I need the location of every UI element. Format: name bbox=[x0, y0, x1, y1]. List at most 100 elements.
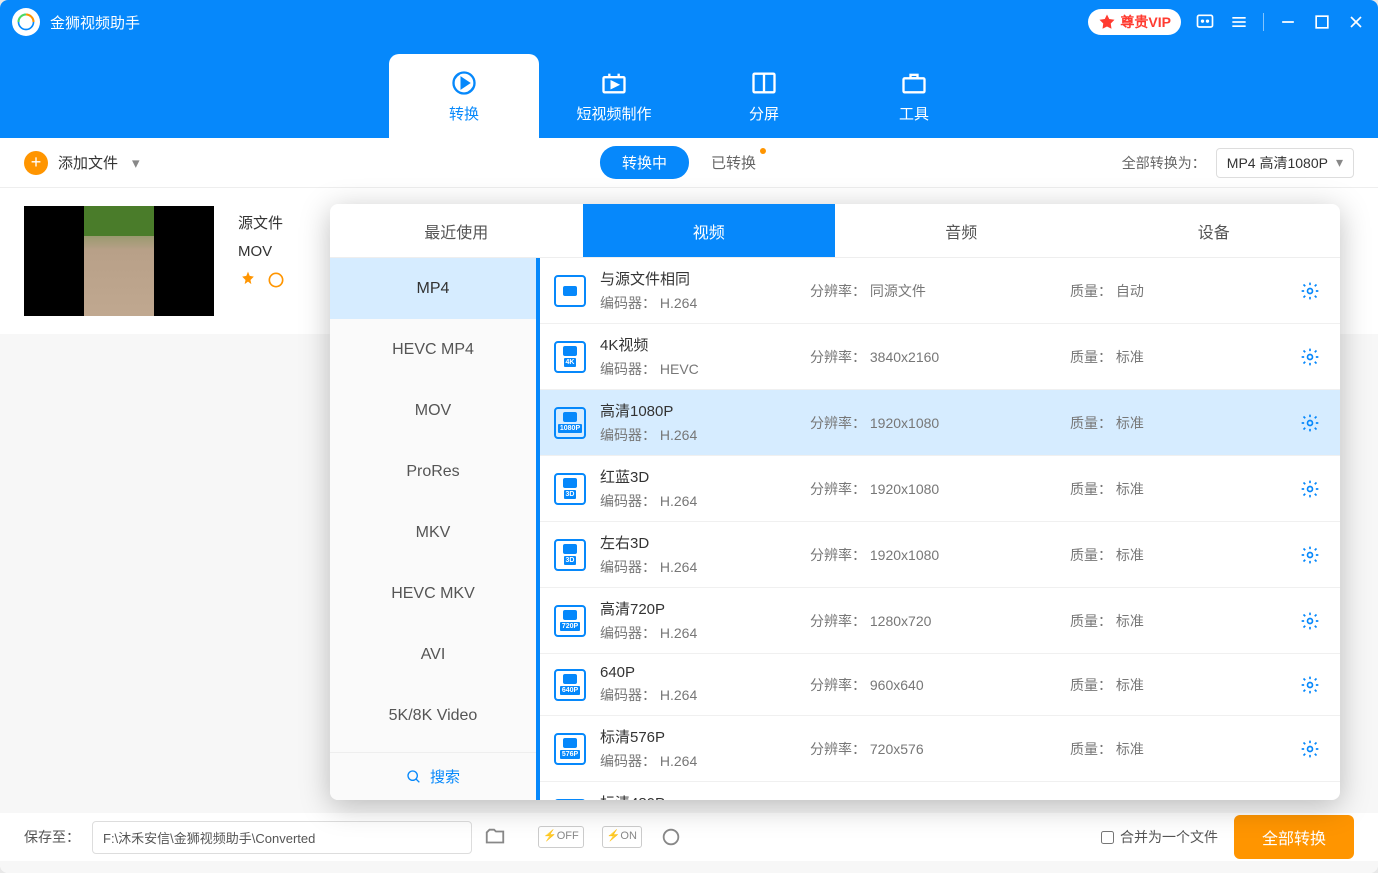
convert-all-button[interactable]: 全部转换 bbox=[1234, 815, 1354, 859]
nav-label-tools: 工具 bbox=[899, 103, 929, 124]
output-format-select[interactable]: MP4 高清1080P ▾ bbox=[1216, 148, 1354, 178]
vip-label: 尊贵VIP bbox=[1120, 12, 1171, 32]
nav-tab-split[interactable]: 分屏 bbox=[689, 54, 839, 138]
save-to-label: 保存至： bbox=[24, 827, 80, 847]
preset-quality: 质量： 自动 bbox=[1070, 281, 1300, 301]
format-item[interactable]: ProRes bbox=[330, 441, 536, 502]
format-popup: 最近使用 视频 音频 设备 MP4HEVC MP4MOVProResMKVHEV… bbox=[330, 204, 1340, 800]
format-item[interactable]: HEVC MP4 bbox=[330, 319, 536, 380]
gear-icon[interactable] bbox=[1300, 413, 1320, 433]
merge-label: 合并为一个文件 bbox=[1120, 827, 1218, 847]
popup-tabs: 最近使用 视频 音频 设备 bbox=[330, 204, 1340, 258]
preset-row[interactable]: 640P 640P 编码器： H.264 分辨率： 960x640 质量： 标准 bbox=[540, 654, 1340, 716]
gear-icon[interactable] bbox=[1300, 347, 1320, 367]
preset-quality: 质量： 标准 bbox=[1070, 675, 1300, 695]
separator bbox=[1263, 13, 1264, 31]
format-item[interactable]: HEVC MKV bbox=[330, 563, 536, 624]
preset-row[interactable]: 3D 左右3D 编码器： H.264 分辨率： 1920x1080 质量： 标准 bbox=[540, 522, 1340, 588]
preset-row[interactable]: 3D 红蓝3D 编码器： H.264 分辨率： 1920x1080 质量： 标准 bbox=[540, 456, 1340, 522]
preset-resolution: 分辨率： 1920x1080 bbox=[810, 545, 1070, 565]
app-window: 金狮视频助手 尊贵VIP 转换 短视频制作 分屏 bbox=[0, 0, 1378, 873]
feedback-icon[interactable] bbox=[1195, 12, 1215, 32]
popup-tab-audio[interactable]: 音频 bbox=[835, 204, 1088, 257]
gear-icon[interactable] bbox=[1300, 479, 1320, 499]
popup-tab-video[interactable]: 视频 bbox=[583, 204, 836, 257]
tab-converting[interactable]: 转换中 bbox=[600, 146, 689, 179]
titlebar-right: 尊贵VIP bbox=[1088, 9, 1366, 35]
tab-converted[interactable]: 已转换 bbox=[689, 146, 778, 179]
gear-icon[interactable] bbox=[1300, 675, 1320, 695]
preset-title: 4K视频 bbox=[600, 334, 810, 355]
gear-icon[interactable] bbox=[1300, 281, 1320, 301]
close-icon[interactable] bbox=[1346, 12, 1366, 32]
nav-tab-convert[interactable]: 转换 bbox=[389, 54, 539, 138]
vip-badge[interactable]: 尊贵VIP bbox=[1088, 9, 1181, 35]
preset-resolution: 分辨率： 1280x720 bbox=[810, 611, 1070, 631]
format-item[interactable]: 5K/8K Video bbox=[330, 685, 536, 746]
preset-row[interactable]: 480P 标清480P 编码器： H.264 分辨率： 640x480 质量： … bbox=[540, 782, 1340, 800]
hw-on-icon[interactable]: ⚡ON bbox=[602, 826, 642, 848]
status-tabs: 转换中 已转换 bbox=[600, 146, 778, 179]
file-format: MOV bbox=[238, 243, 286, 260]
preset-format-icon: 480P bbox=[554, 799, 586, 801]
menu-icon[interactable] bbox=[1229, 12, 1249, 32]
minimize-icon[interactable] bbox=[1278, 12, 1298, 32]
preset-row[interactable]: 4K 4K视频 编码器： HEVC 分辨率： 3840x2160 质量： 标准 bbox=[540, 324, 1340, 390]
preset-format-icon: 720P bbox=[554, 605, 586, 637]
nav-tab-tools[interactable]: 工具 bbox=[839, 54, 989, 138]
preset-title: 红蓝3D bbox=[600, 466, 810, 487]
preset-resolution: 分辨率： 720x576 bbox=[810, 739, 1070, 759]
format-item[interactable]: MKV bbox=[330, 502, 536, 563]
add-file-button[interactable]: + 添加文件 ▾ bbox=[24, 151, 140, 175]
preset-format-icon: 576P bbox=[554, 733, 586, 765]
gear-icon[interactable] bbox=[1300, 545, 1320, 565]
gear-icon[interactable] bbox=[1300, 739, 1320, 759]
preset-title: 与源文件相同 bbox=[600, 268, 810, 289]
preset-row[interactable]: 与源文件相同 编码器： H.264 分辨率： 同源文件 质量： 自动 bbox=[540, 258, 1340, 324]
merge-checkbox-input[interactable] bbox=[1101, 831, 1114, 844]
format-item[interactable]: MOV bbox=[330, 380, 536, 441]
gear-icon[interactable] bbox=[1300, 611, 1320, 631]
preset-quality: 质量： 标准 bbox=[1070, 479, 1300, 499]
save-path-input[interactable]: F:\沐禾安信\金狮视频助手\Converted bbox=[92, 821, 472, 854]
preset-encoder: 编码器： H.264 bbox=[600, 623, 810, 643]
popup-tab-device[interactable]: 设备 bbox=[1088, 204, 1341, 257]
search-button[interactable]: 搜索 bbox=[330, 752, 536, 800]
format-item[interactable]: AVI bbox=[330, 624, 536, 685]
file-info: 源文件 MOV bbox=[238, 206, 286, 316]
bottom-toggles: ⚡OFF ⚡ON bbox=[538, 826, 682, 848]
preset-title: 标清576P bbox=[600, 726, 810, 747]
titlebar: 金狮视频助手 尊贵VIP bbox=[0, 0, 1378, 44]
preset-list[interactable]: 与源文件相同 编码器： H.264 分辨率： 同源文件 质量： 自动 4K 4K… bbox=[540, 258, 1340, 800]
nav-tab-short-video[interactable]: 短视频制作 bbox=[539, 54, 689, 138]
preset-resolution: 分辨率： 1920x1080 bbox=[810, 413, 1070, 433]
speed-icon[interactable] bbox=[660, 826, 682, 848]
preset-title: 高清1080P bbox=[600, 400, 810, 421]
toolbar-right: 全部转换为： MP4 高清1080P ▾ bbox=[1122, 148, 1354, 178]
maximize-icon[interactable] bbox=[1312, 12, 1332, 32]
preset-quality: 质量： 标准 bbox=[1070, 739, 1300, 759]
video-thumbnail bbox=[24, 206, 214, 316]
preset-row[interactable]: 1080P 高清1080P 编码器： H.264 分辨率： 1920x1080 … bbox=[540, 390, 1340, 456]
crop-icon[interactable] bbox=[266, 270, 286, 290]
chevron-down-icon: ▾ bbox=[1336, 154, 1343, 171]
preset-format-icon: 4K bbox=[554, 341, 586, 373]
preset-quality: 质量： 标准 bbox=[1070, 413, 1300, 433]
folder-icon[interactable] bbox=[484, 826, 506, 848]
merge-checkbox[interactable]: 合并为一个文件 bbox=[1101, 827, 1218, 847]
preset-row[interactable]: 720P 高清720P 编码器： H.264 分辨率： 1280x720 质量：… bbox=[540, 588, 1340, 654]
popup-tab-recent[interactable]: 最近使用 bbox=[330, 204, 583, 257]
app-logo-icon bbox=[12, 8, 40, 36]
preset-resolution: 分辨率： 同源文件 bbox=[810, 281, 1070, 301]
add-file-label: 添加文件 bbox=[58, 152, 118, 173]
preset-quality: 质量： 标准 bbox=[1070, 611, 1300, 631]
preset-row[interactable]: 576P 标清576P 编码器： H.264 分辨率： 720x576 质量： … bbox=[540, 716, 1340, 782]
format-list: MP4HEVC MP4MOVProResMKVHEVC MKVAVI5K/8K … bbox=[330, 258, 540, 800]
effect-icon[interactable] bbox=[238, 270, 258, 290]
preset-title: 左右3D bbox=[600, 532, 810, 553]
nav-label-split: 分屏 bbox=[749, 103, 779, 124]
format-item[interactable]: MP4 bbox=[330, 258, 536, 319]
preset-title: 高清720P bbox=[600, 598, 810, 619]
hw-off-icon[interactable]: ⚡OFF bbox=[538, 826, 584, 848]
notification-dot-icon bbox=[760, 148, 766, 154]
